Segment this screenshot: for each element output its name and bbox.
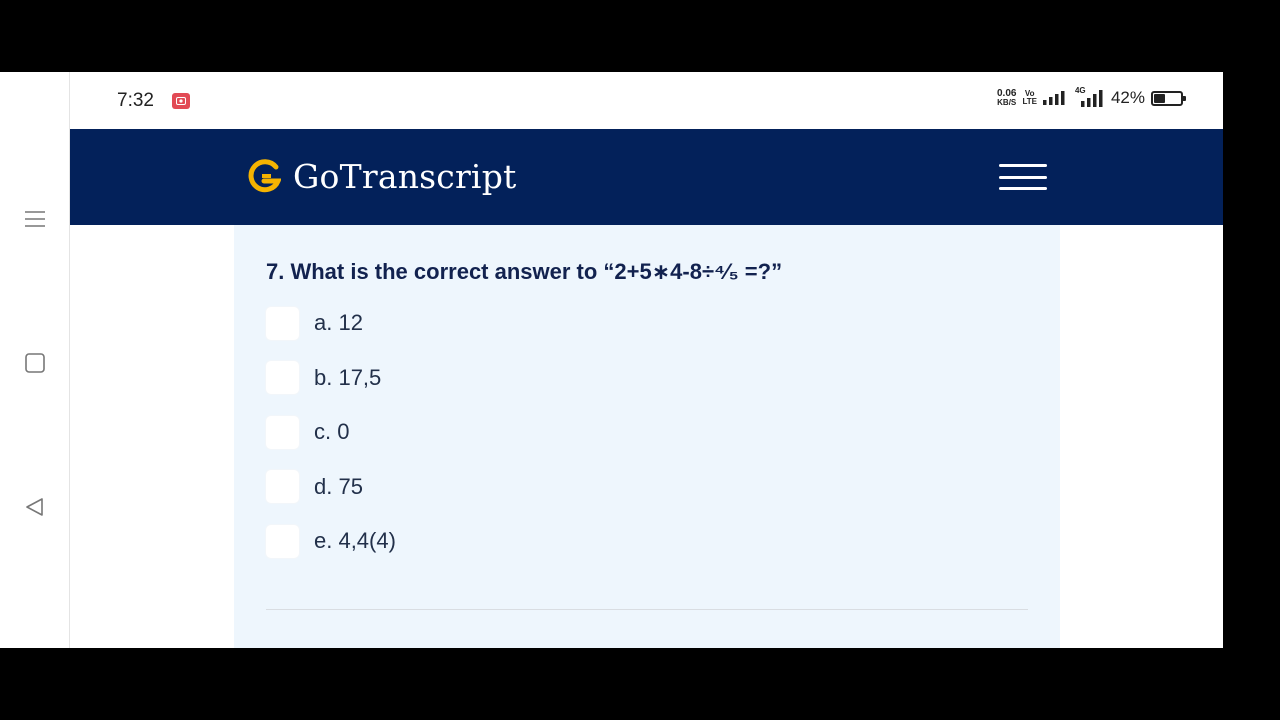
square-icon [25, 353, 45, 373]
option-checkbox[interactable] [266, 361, 299, 394]
status-bar: 7:32 0.06 KB/S Vo LTE 4G 42% [70, 72, 1223, 129]
answer-options: a. 12 b. 17,5 c. 0 d. 75 e. 4,4(4) [266, 306, 396, 580]
signal-4g-indicator: 4G [1073, 86, 1105, 107]
phone-screen: 7:32 0.06 KB/S Vo LTE 4G 42% GoTranscrip… [0, 72, 1223, 648]
signal-icon [1042, 91, 1065, 105]
menu-lines-icon [25, 211, 45, 227]
option-checkbox[interactable] [266, 415, 299, 449]
recent-apps-button[interactable] [24, 208, 46, 230]
signal-4g-icon [1080, 90, 1103, 107]
network-speed-value: 0.06 [996, 88, 1017, 99]
home-button[interactable] [24, 352, 46, 374]
back-button[interactable] [24, 496, 46, 518]
status-time: 7:32 [117, 90, 154, 111]
option-label: a. 12 [314, 310, 363, 335]
option-checkbox[interactable] [266, 524, 299, 558]
question-card: 7. What is the correct answer to “2+5∗4-… [234, 225, 1060, 648]
option-label: d. 75 [314, 473, 363, 499]
volte-indicator: Vo LTE [1022, 90, 1037, 106]
site-header: GoTranscript [70, 129, 1223, 225]
option-checkbox[interactable] [266, 470, 299, 503]
network-speed: 0.06 KB/S [996, 88, 1017, 108]
question-text: 7. What is the correct answer to “2+5∗4-… [266, 259, 783, 284]
hamburger-icon[interactable] [999, 164, 1047, 190]
battery-level [1154, 93, 1165, 103]
screen-record-icon [172, 93, 190, 109]
option-label: b. 17,5 [314, 364, 382, 390]
option-checkbox[interactable] [266, 306, 299, 340]
divider [266, 609, 1028, 610]
brand-name[interactable]: GoTranscript [293, 157, 516, 196]
option-a[interactable]: a. 12 [266, 306, 396, 340]
network-speed-unit: KB/S [997, 98, 1017, 107]
option-c[interactable]: c. 0 [266, 415, 396, 449]
gotranscript-logo-icon[interactable] [247, 159, 281, 195]
option-e[interactable]: e. 4,4(4) [266, 524, 396, 558]
triangle-back-icon [26, 498, 43, 516]
battery-percent: 42% [1110, 88, 1145, 107]
option-d[interactable]: d. 75 [266, 470, 396, 503]
android-nav-bar [0, 72, 70, 648]
volte-bottom: LTE [1022, 97, 1037, 106]
battery-icon [1151, 90, 1186, 106]
status-indicators: 0.06 KB/S Vo LTE 4G 42% [996, 86, 1186, 108]
option-b[interactable]: b. 17,5 [266, 361, 396, 394]
option-label: e. 4,4(4) [314, 528, 396, 553]
option-label: c. 0 [314, 419, 350, 444]
